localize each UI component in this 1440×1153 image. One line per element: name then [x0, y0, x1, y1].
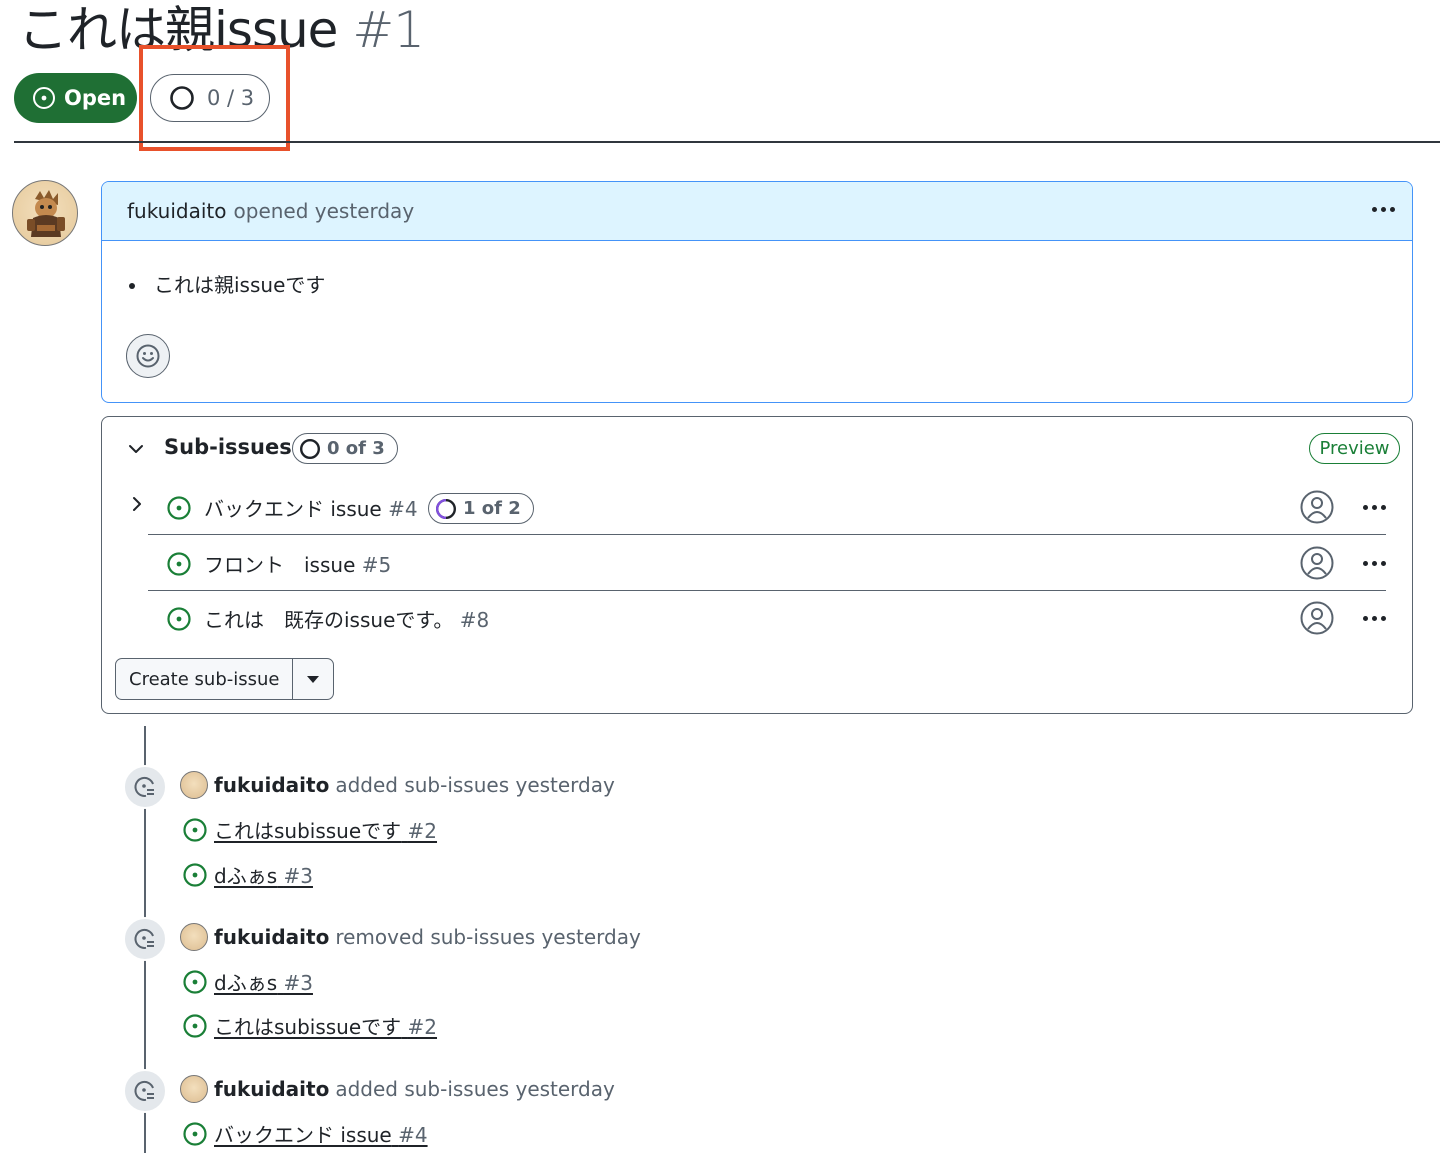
- smiley-icon: [136, 344, 160, 368]
- sub-issue-row[interactable]: これは 既存のissueです。 #8: [148, 591, 1386, 647]
- add-reaction-button[interactable]: [126, 334, 170, 378]
- timeline-event: fukuidaito added sub-issues yesterday: [180, 1075, 615, 1103]
- link-number: #3: [283, 971, 313, 995]
- link-title: これはsubissueです: [214, 819, 402, 843]
- issue-opened-icon: [33, 87, 55, 109]
- timeline-issue-link[interactable]: dふぁs #3: [182, 860, 313, 889]
- link-number: #2: [407, 819, 438, 843]
- header-divider: [14, 141, 1440, 143]
- link-number: #3: [283, 864, 313, 888]
- issue-opened-icon: [183, 817, 207, 842]
- progress-circle-icon: [299, 438, 321, 459]
- create-sub-issue-group: Create sub-issue: [115, 658, 335, 700]
- issue-opened-icon: [183, 1013, 207, 1038]
- sub-issue-link[interactable]: これは 既存のissueです。 #8: [204, 604, 489, 633]
- link-title: バックエンド issue: [214, 1123, 392, 1147]
- sub-issues-title: Sub-issues: [164, 435, 292, 459]
- issue-opened-icon: [167, 607, 191, 631]
- create-sub-issue-dropdown[interactable]: [293, 659, 333, 699]
- avatar-image-icon: [27, 190, 65, 237]
- issue-state-label: Open: [64, 86, 127, 110]
- comment-timestamp: opened yesterday: [233, 199, 415, 223]
- sub-issue-more-icon[interactable]: [1363, 616, 1386, 621]
- issue-opened-icon: [183, 969, 207, 994]
- sub-issue-more-icon[interactable]: [1363, 505, 1386, 510]
- link-title: dふぁs: [214, 864, 278, 888]
- sub-issue-number: #5: [361, 553, 392, 577]
- person-circle-icon[interactable]: [1300, 601, 1334, 635]
- sub-issue-progress: 1 of 2: [463, 498, 521, 519]
- comment-more-icon[interactable]: [1372, 207, 1395, 212]
- event-author[interactable]: fukuidaito: [214, 925, 329, 949]
- link-number: #2: [407, 1015, 438, 1039]
- preview-badge: Preview: [1309, 433, 1400, 464]
- issue-opened-icon: [167, 552, 191, 576]
- create-sub-issue-button[interactable]: Create sub-issue: [116, 659, 294, 699]
- sub-issues-header: Sub-issues 0 of 3 Preview: [102, 417, 1412, 479]
- sub-issues-count: 0 of 3: [327, 438, 385, 459]
- sub-issue-number: #4: [388, 497, 418, 521]
- timeline-issue-link[interactable]: これはsubissueです #2: [182, 815, 437, 844]
- sub-issue-icon: [134, 928, 154, 949]
- sub-issue-title: フロント issue: [204, 553, 356, 577]
- highlight-annotation: [139, 45, 290, 151]
- comment-body: これは親issueです: [102, 241, 1412, 401]
- sub-issue-row[interactable]: フロント issue #5: [148, 535, 1386, 591]
- chevron-down-icon[interactable]: [126, 439, 146, 459]
- link-title: これはsubissueです: [214, 1015, 402, 1039]
- timeline-event: fukuidaito added sub-issues yesterday: [180, 771, 615, 799]
- sub-issue-link[interactable]: フロント issue #5: [204, 549, 391, 578]
- avatar[interactable]: [180, 923, 208, 951]
- timeline-issue-link[interactable]: dふぁs #3: [182, 967, 313, 996]
- sub-issue-icon: [134, 776, 154, 797]
- event-author[interactable]: fukuidaito: [214, 773, 329, 797]
- sub-issue-more-icon[interactable]: [1363, 561, 1386, 566]
- sub-issue-title: これは 既存のissueです。: [204, 608, 454, 632]
- event-action: added sub-issues yesterday: [335, 773, 615, 797]
- sub-issue-link[interactable]: バックエンド issue #4: [204, 493, 418, 522]
- sub-issue-row[interactable]: バックエンド issue #4 1 of 2: [133, 479, 1386, 535]
- link-title: dふぁs: [214, 971, 278, 995]
- timeline-issue-link[interactable]: バックエンド issue #4: [182, 1119, 428, 1148]
- chevron-right-icon[interactable]: [128, 495, 146, 513]
- sub-issue-progress-pill: 1 of 2: [428, 493, 534, 524]
- issue-opened-icon: [167, 496, 191, 520]
- progress-circle-icon: [435, 498, 457, 519]
- issue-opened-icon: [183, 862, 207, 887]
- timeline-badge: [123, 917, 167, 961]
- event-action: added sub-issues yesterday: [335, 1077, 615, 1101]
- event-author[interactable]: fukuidaito: [214, 1077, 329, 1101]
- sub-issue-title: バックエンド issue: [204, 497, 382, 521]
- avatar[interactable]: [180, 771, 208, 799]
- comment-body-list: これは親issueです: [148, 269, 325, 298]
- comment-author[interactable]: fukuidaito: [127, 199, 227, 223]
- timeline-badge: [123, 1069, 167, 1113]
- sub-issue-number: #8: [459, 608, 490, 632]
- event-action: removed sub-issues yesterday: [335, 925, 641, 949]
- list-item: これは親issueです: [148, 269, 325, 298]
- sub-issues-panel: Sub-issues 0 of 3 Preview バックエンド issue #…: [101, 416, 1413, 714]
- issue-number: #1: [352, 1, 425, 59]
- issue-comment: fukuidaito opened yesterday これは親issueです: [101, 181, 1413, 403]
- sub-issue-icon: [134, 1080, 154, 1101]
- issue-opened-icon: [183, 1121, 207, 1146]
- comment-header: fukuidaito opened yesterday: [102, 182, 1412, 241]
- person-circle-icon[interactable]: [1300, 490, 1334, 524]
- timeline-issue-link[interactable]: これはsubissueです #2: [182, 1011, 437, 1040]
- timeline-badge: [123, 765, 167, 809]
- caret-down-icon: [307, 675, 320, 683]
- avatar[interactable]: [12, 180, 78, 246]
- link-number: #4: [398, 1123, 428, 1147]
- sub-issues-count-pill: 0 of 3: [292, 433, 398, 464]
- avatar[interactable]: [180, 1075, 208, 1103]
- timeline-event: fukuidaito removed sub-issues yesterday: [180, 923, 641, 951]
- issue-state-badge: Open: [14, 73, 137, 123]
- person-circle-icon[interactable]: [1300, 546, 1334, 580]
